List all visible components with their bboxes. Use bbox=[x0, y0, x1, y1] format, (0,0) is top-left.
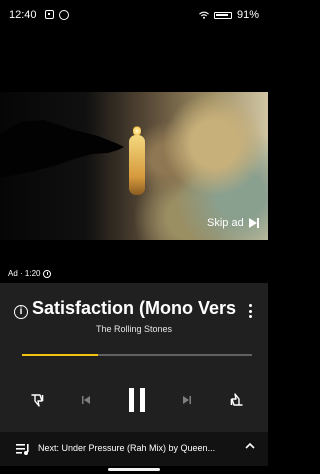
candle bbox=[129, 135, 145, 195]
previous-icon bbox=[82, 396, 90, 404]
artist-name[interactable]: The Rolling Stones bbox=[0, 324, 268, 334]
pause-icon bbox=[129, 388, 145, 412]
playback-controls bbox=[0, 384, 268, 416]
queue-icon bbox=[16, 444, 29, 455]
battery-percentage: 91% bbox=[237, 9, 260, 21]
hand-silhouette bbox=[0, 120, 124, 178]
progress-fill bbox=[22, 354, 98, 356]
ad-time: Ad · 1:20 bbox=[8, 269, 52, 278]
song-title: Satisfaction (Mono Vers bbox=[32, 298, 237, 318]
clock-icon bbox=[43, 269, 52, 278]
up-next-text: Next: Under Pressure (Rah Mix) by Queen.… bbox=[38, 443, 216, 453]
skip-ad-label: Skip ad bbox=[207, 217, 244, 229]
ad-time-label: Ad · 1:20 bbox=[8, 269, 41, 278]
progress-bar[interactable] bbox=[22, 354, 252, 356]
sync-icon bbox=[59, 10, 69, 20]
info-icon[interactable]: i bbox=[14, 305, 28, 319]
wifi-icon bbox=[199, 11, 209, 19]
skip-next-icon bbox=[248, 218, 259, 228]
next-button[interactable] bbox=[176, 384, 198, 416]
more-vert-icon[interactable] bbox=[249, 304, 252, 318]
status-time: 12:40 bbox=[9, 9, 37, 21]
status-bar: 12:40 91% bbox=[0, 0, 268, 30]
dislike-button[interactable] bbox=[24, 384, 52, 416]
like-icon bbox=[230, 393, 243, 406]
app-notification-icon bbox=[45, 10, 54, 19]
previous-button[interactable] bbox=[75, 384, 97, 416]
like-button[interactable] bbox=[222, 384, 250, 416]
next-icon bbox=[183, 396, 191, 404]
dislike-icon bbox=[31, 394, 44, 407]
skip-ad-button[interactable]: Skip ad bbox=[207, 217, 259, 229]
pause-button[interactable] bbox=[121, 384, 153, 416]
home-indicator[interactable] bbox=[108, 468, 160, 471]
up-next-bar[interactable]: Next: Under Pressure (Rah Mix) by Queen.… bbox=[0, 432, 268, 466]
battery-icon bbox=[214, 12, 232, 19]
chevron-up-icon[interactable] bbox=[244, 440, 256, 452]
